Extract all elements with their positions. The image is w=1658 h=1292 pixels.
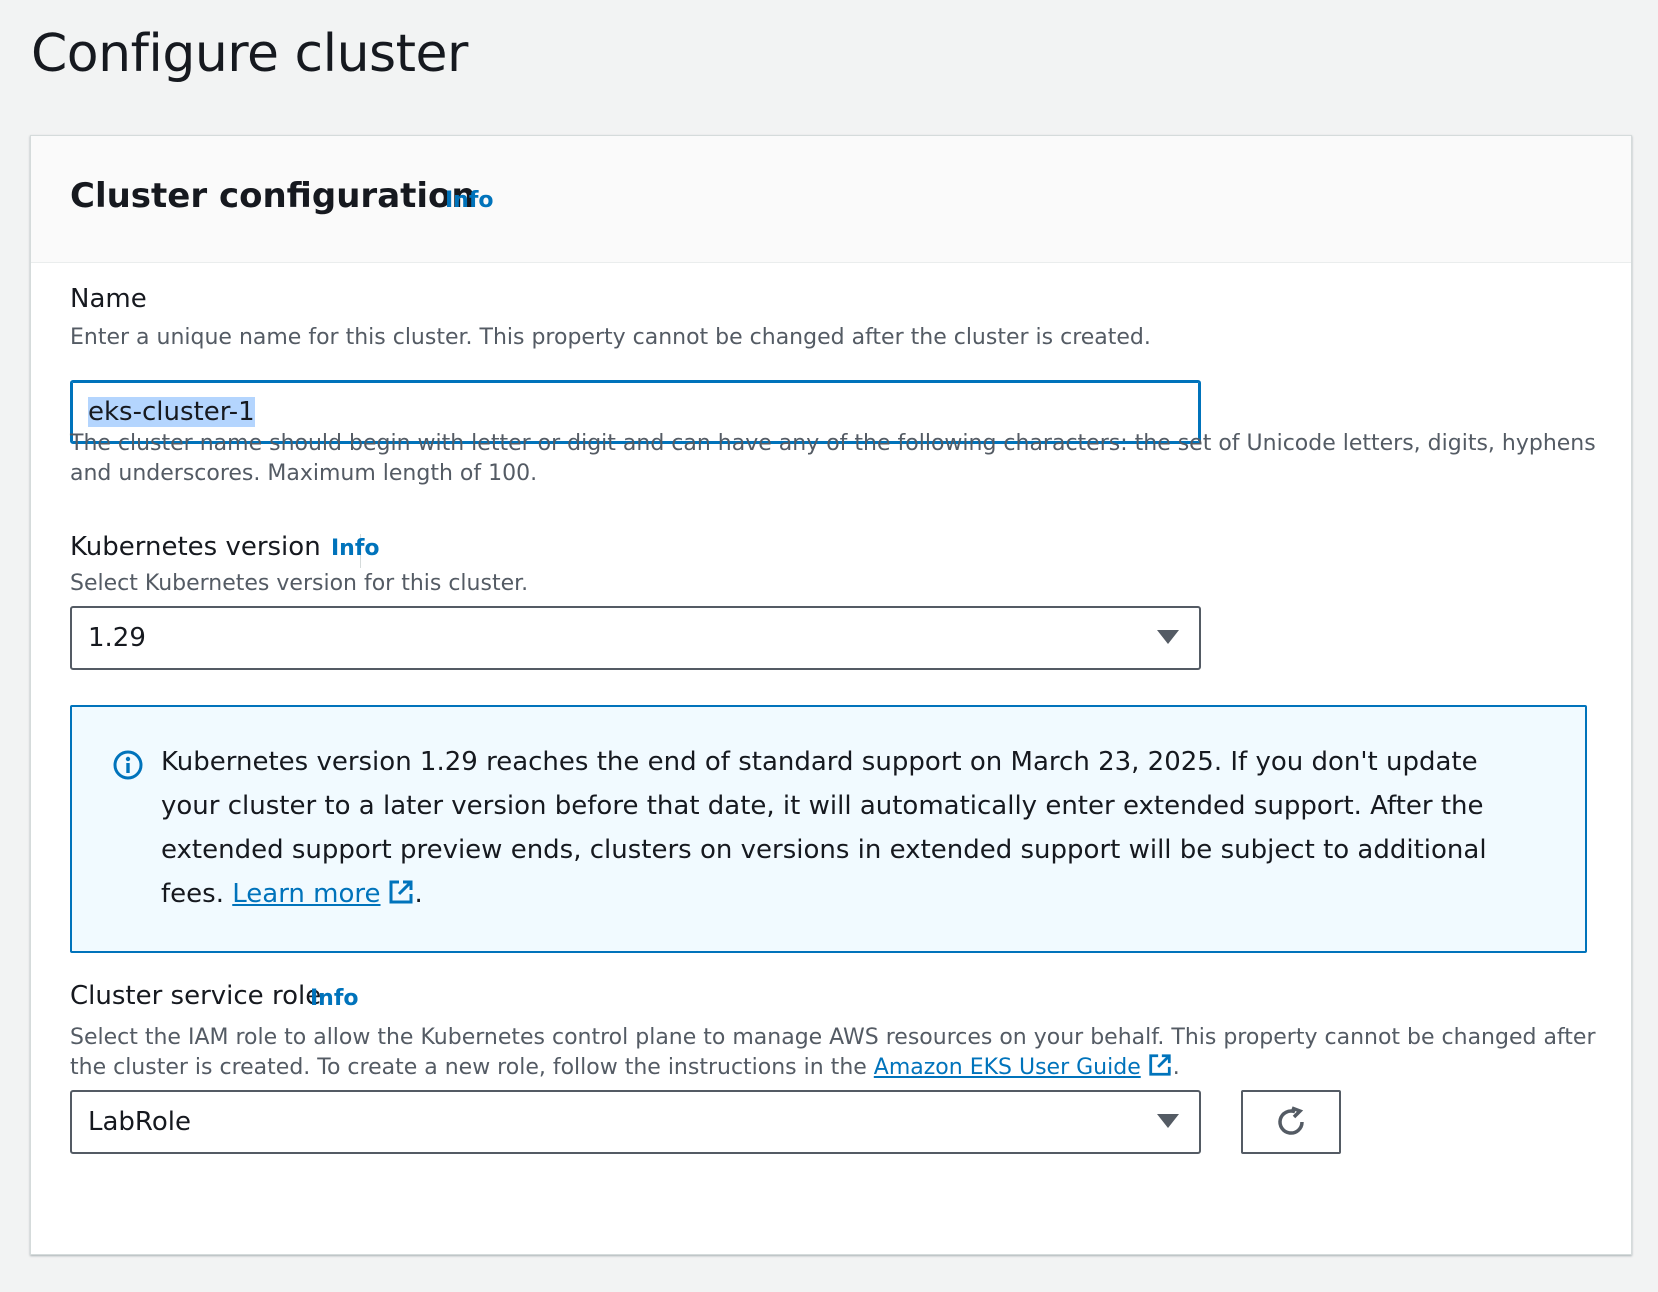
service-role-suffix: . — [1172, 1055, 1180, 1080]
service-role-description-line-2: the cluster is created. To create a new … — [70, 1052, 1180, 1088]
service-role-description-prefix: the cluster is created. To create a new … — [70, 1055, 867, 1080]
k8s-version-selected: 1.29 — [88, 623, 146, 653]
chevron-down-icon — [1157, 630, 1179, 644]
refresh-roles-button[interactable] — [1241, 1090, 1341, 1154]
k8s-version-select[interactable]: 1.29 — [70, 606, 1201, 670]
learn-more-label: Learn more — [232, 879, 381, 909]
service-role-select[interactable]: LabRole — [70, 1090, 1201, 1154]
eks-user-guide-label: Amazon EKS User Guide — [873, 1055, 1141, 1080]
cluster-configuration-panel: Cluster configuration Info Name Enter a … — [30, 135, 1632, 1255]
alert-text: Kubernetes version 1.29 reaches the end … — [161, 740, 1531, 920]
panel-header: Cluster configuration Info — [31, 136, 1631, 263]
chevron-down-icon — [1157, 1114, 1179, 1128]
service-role-label: Cluster service role — [70, 981, 322, 1011]
name-hint-line-1: The cluster name should begin with lette… — [70, 431, 1596, 456]
external-link-icon — [1147, 1052, 1173, 1088]
name-hint-line-2: and underscores. Maximum length of 100. — [70, 461, 538, 486]
service-role-selected: LabRole — [88, 1107, 191, 1137]
k8s-version-info-link[interactable]: Info — [331, 536, 380, 561]
learn-more-link[interactable]: Learn more — [232, 879, 414, 909]
alert-suffix: . — [414, 879, 423, 909]
name-label: Name — [70, 284, 147, 314]
external-link-icon — [387, 876, 415, 920]
cluster-name-value: eks-cluster-1 — [88, 397, 255, 427]
page-title: Configure cluster — [31, 24, 468, 84]
k8s-version-description: Select Kubernetes version for this clust… — [70, 571, 529, 596]
name-description: Enter a unique name for this cluster. Th… — [70, 325, 1151, 350]
support-alert: Kubernetes version 1.29 reaches the end … — [70, 705, 1587, 953]
panel-info-link[interactable]: Info — [445, 188, 494, 213]
info-circle-icon — [112, 749, 144, 785]
service-role-info-link[interactable]: Info — [310, 986, 359, 1011]
k8s-version-label: Kubernetes version — [70, 532, 321, 562]
service-role-description-line-1: Select the IAM role to allow the Kuberne… — [70, 1025, 1596, 1050]
eks-user-guide-link[interactable]: Amazon EKS User Guide — [873, 1054, 1173, 1080]
panel-title: Cluster configuration — [70, 176, 476, 216]
refresh-icon — [1278, 1106, 1304, 1135]
